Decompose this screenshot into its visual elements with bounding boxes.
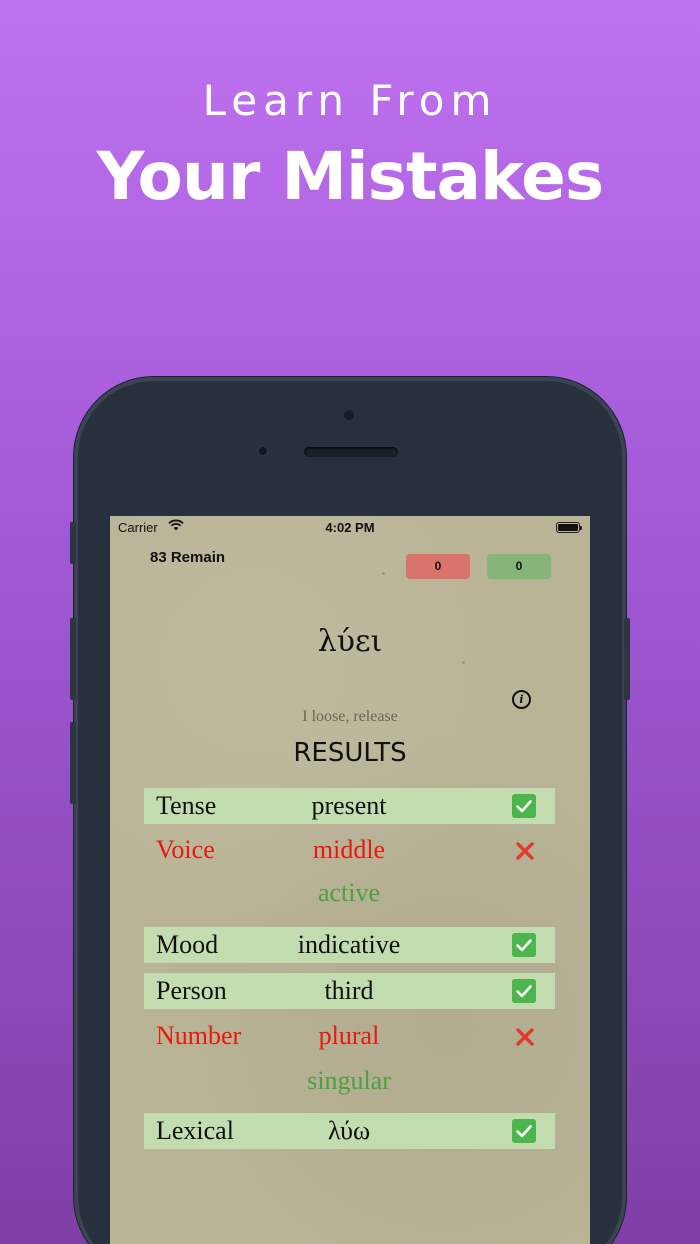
result-label: Person (156, 976, 227, 1005)
result-row-lexical: Lexical λύω (144, 1113, 555, 1149)
result-value: present (311, 791, 387, 820)
status-bar: Carrier 4:02 PM (110, 516, 590, 538)
result-row-voice: Voice middle (144, 832, 555, 868)
result-value: middle (312, 835, 386, 864)
result-label: Number (156, 1021, 242, 1050)
result-value: λύω (327, 1116, 371, 1145)
headline-learn-from: Learn From (202, 76, 498, 125)
results-heading: RESULTS (293, 738, 407, 768)
wrong-score-badge: 0 (406, 554, 470, 579)
result-row-tense: Tense present (144, 788, 555, 824)
correction-voice: active (317, 878, 381, 907)
proximity-sensor (344, 410, 354, 420)
correction-number: singular (307, 1066, 391, 1095)
word-gloss: I loose, release (302, 708, 398, 725)
front-camera (256, 444, 270, 458)
check-icon (512, 1119, 536, 1143)
volume-down-button (70, 722, 76, 804)
power-button (624, 618, 630, 700)
check-icon (512, 979, 536, 1003)
status-clock: 4:02 PM (325, 520, 375, 535)
right-score-badge: 0 (487, 554, 551, 579)
result-value: indicative (297, 930, 401, 959)
paper-texture-speck (462, 661, 465, 664)
check-icon (512, 933, 536, 957)
app-screen: Carrier 4:02 PM 83 Remain 0 0 λύει i I l… (110, 516, 590, 1244)
headline-your-mistakes: Your Mistakes (96, 138, 604, 215)
result-row-number: Number plural (144, 1018, 555, 1054)
result-value: plural (318, 1021, 380, 1050)
mute-switch (70, 522, 76, 564)
result-label: Lexical (156, 1116, 234, 1145)
remaining-count: 83 Remain (150, 549, 226, 566)
paper-texture-speck (382, 572, 385, 575)
battery-icon (556, 522, 582, 533)
result-row-person: Person third (144, 973, 555, 1009)
result-value: third (324, 976, 374, 1005)
result-label: Voice (156, 835, 215, 864)
result-row-mood: Mood indicative (144, 927, 555, 963)
cross-icon (516, 842, 534, 860)
check-icon (512, 794, 536, 818)
result-label: Tense (156, 791, 217, 820)
result-label: Mood (156, 930, 219, 959)
greek-word: λύει (317, 624, 383, 659)
cross-icon (516, 1028, 534, 1046)
info-icon[interactable]: i (512, 690, 531, 709)
volume-up-button (70, 618, 76, 700)
earpiece-speaker (304, 447, 398, 457)
